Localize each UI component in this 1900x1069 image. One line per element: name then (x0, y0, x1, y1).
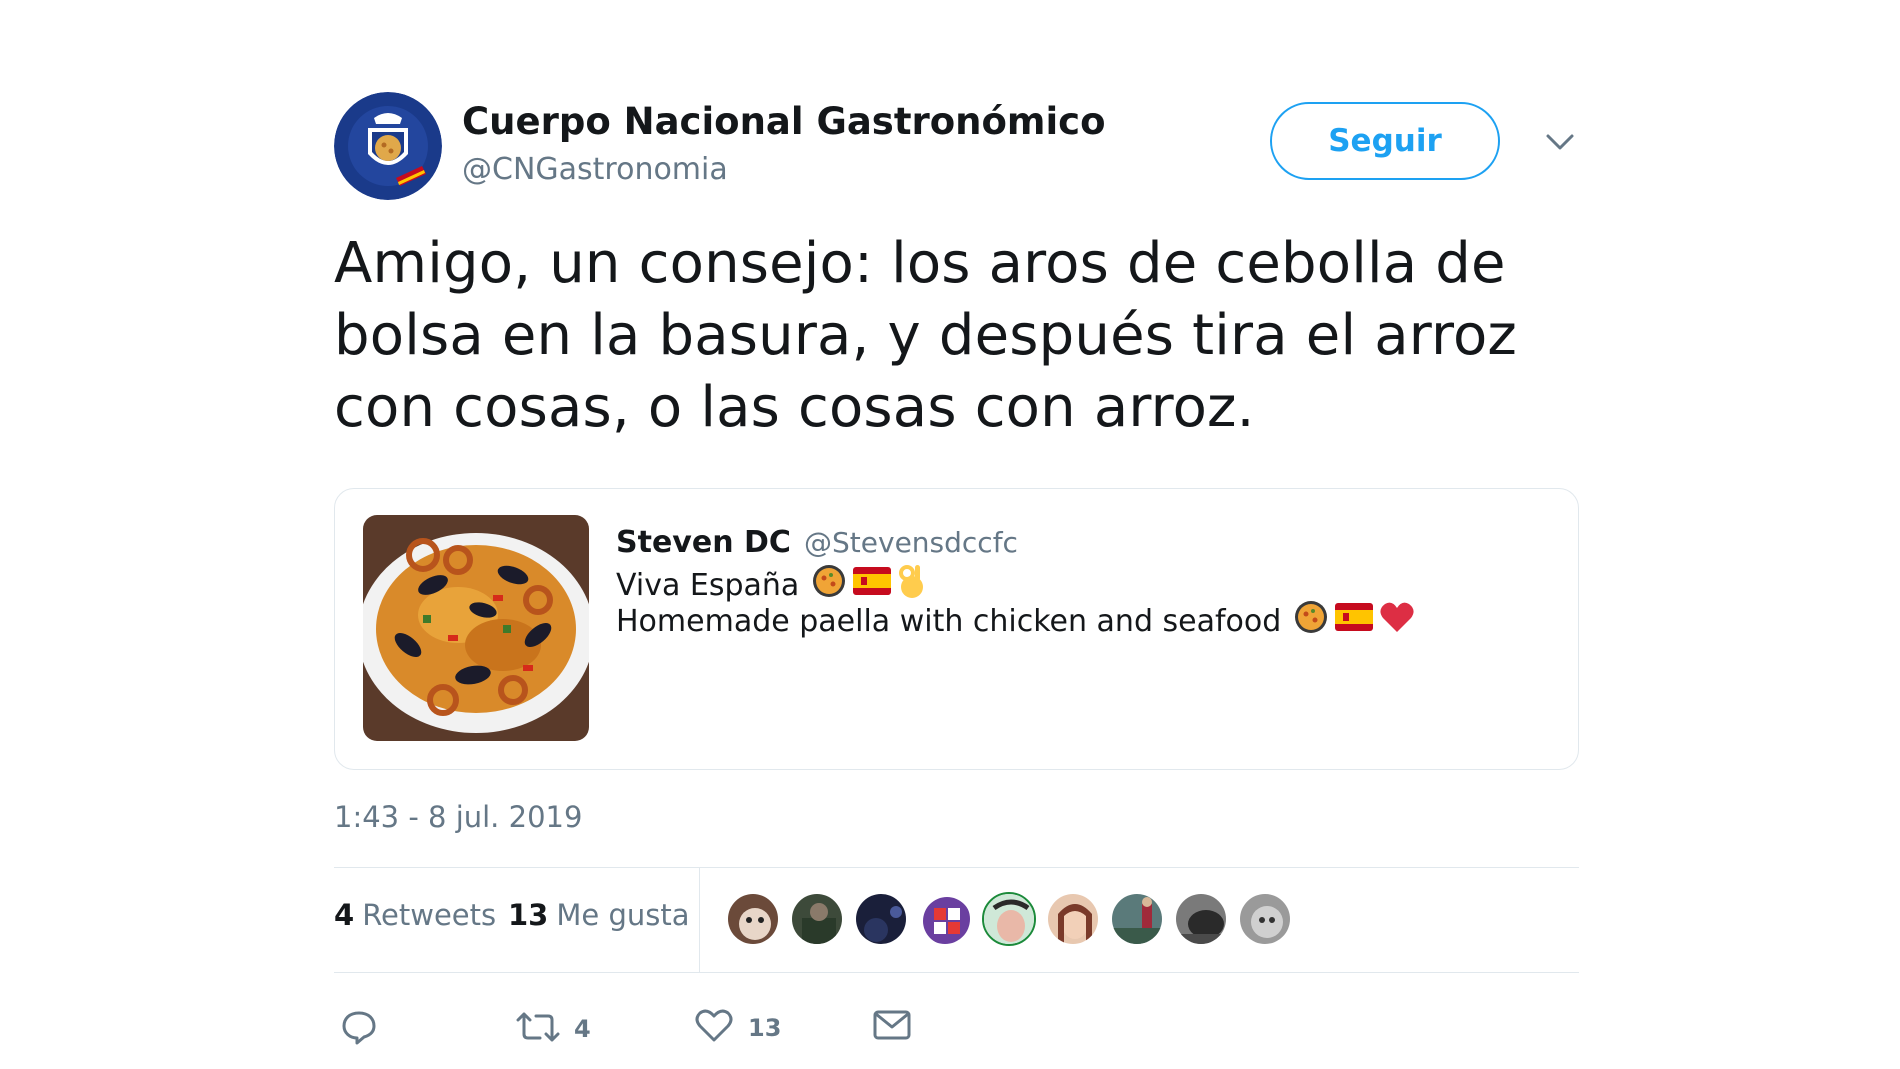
divider (334, 972, 1579, 973)
author-handle[interactable]: @CNGastronomia (462, 152, 728, 187)
tweet-card: Cuerpo Nacional Gastronómico @CNGastrono… (334, 0, 1579, 1069)
like-count: 13 (748, 1014, 782, 1042)
liker-avatar[interactable] (982, 892, 1036, 946)
envelope-icon (872, 1008, 912, 1046)
tweet-text: Amigo, un consejo: los aros de cebolla d… (334, 231, 1518, 440)
liker-avatar[interactable] (1110, 892, 1164, 946)
likes-stat[interactable]: 13 Me gusta (508, 898, 689, 932)
quoted-text: Homemade paella with chicken and seafood (616, 603, 1282, 639)
stats-divider (699, 868, 700, 972)
paella-emoji (1293, 599, 1329, 643)
reply-icon (340, 1008, 378, 1050)
like-button[interactable]: 13 (694, 1008, 781, 1048)
retweet-icon (516, 1008, 560, 1050)
retweets-stat[interactable]: 4 Retweets (334, 898, 496, 932)
liker-avatar[interactable] (854, 892, 908, 946)
red-heart-emoji (1379, 600, 1415, 642)
liker-avatar[interactable] (790, 892, 844, 946)
heart-icon (694, 1008, 734, 1048)
quoted-text: Viva España (616, 567, 800, 603)
chevron-down-icon[interactable] (1542, 128, 1578, 156)
retweet-button[interactable]: 4 (516, 1008, 591, 1050)
liker-avatar[interactable] (918, 892, 972, 946)
author-name[interactable]: Cuerpo Nacional Gastronómico (462, 100, 1106, 143)
likes-count: 13 (508, 898, 549, 932)
follow-button[interactable]: Seguir (1270, 102, 1500, 180)
retweet-count: 4 (574, 1015, 591, 1043)
direct-message-button[interactable] (872, 1008, 912, 1046)
liker-avatar[interactable] (726, 892, 780, 946)
retweets-label: Retweets (362, 898, 497, 932)
retweets-count: 4 (334, 898, 355, 932)
reply-button[interactable] (340, 1008, 378, 1050)
spain-flag-emoji (1335, 603, 1374, 639)
tweet-actions: 4 13 (334, 1000, 1579, 1060)
quoted-author-name[interactable]: Steven DC (616, 525, 791, 560)
liker-avatar[interactable] (1174, 892, 1228, 946)
tweet-stats: 4 Retweets 13 Me gusta (334, 868, 1579, 972)
liker-avatar[interactable] (1238, 892, 1292, 946)
paella-photo[interactable] (363, 515, 589, 741)
quoted-tweet-header: Steven DC @Stevensdccfc (616, 525, 1018, 560)
author-avatar[interactable] (334, 92, 442, 200)
quoted-author-handle[interactable]: @Stevensdccfc (804, 526, 1018, 559)
liker-avatar[interactable] (1046, 892, 1100, 946)
quoted-tweet[interactable]: Steven DC @Stevensdccfc Viva España Home… (334, 488, 1579, 770)
tweet-timestamp[interactable]: 1:43 - 8 jul. 2019 (334, 800, 582, 834)
likes-label: Me gusta (556, 898, 690, 932)
spain-flag-emoji (853, 567, 892, 603)
quoted-text-line-2: Homemade paella with chicken and seafood (616, 599, 1415, 643)
